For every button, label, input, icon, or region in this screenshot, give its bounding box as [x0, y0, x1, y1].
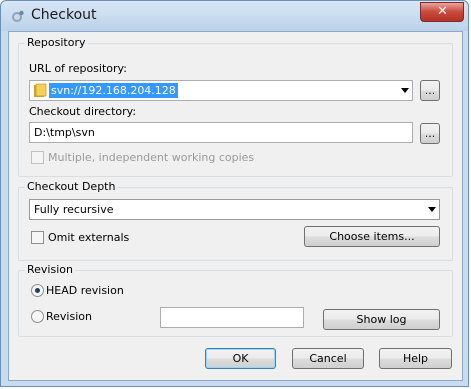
head-revision-label: HEAD revision [46, 284, 124, 297]
checkout-dialog: Checkout ✕ Repository URL of repository:… [0, 0, 469, 387]
revision-label: Revision [46, 310, 92, 323]
close-button[interactable]: ✕ [420, 2, 464, 22]
url-label: URL of repository: [29, 62, 127, 75]
revision-group-label: Revision [25, 263, 75, 276]
dir-label: Checkout directory: [29, 105, 137, 118]
choose-items-button[interactable]: Choose items... [304, 226, 440, 247]
folder-icon [34, 83, 47, 97]
omit-externals-checkbox[interactable] [31, 231, 44, 244]
chevron-down-icon[interactable] [428, 207, 436, 212]
show-log-button[interactable]: Show log [323, 309, 440, 330]
window-title: Checkout [31, 7, 97, 23]
radio-selected-dot [35, 288, 40, 293]
title-bar[interactable]: Checkout ✕ [1, 1, 468, 31]
url-value[interactable]: svn://192.168.204.128 [49, 83, 178, 98]
multiple-copies-checkbox[interactable] [31, 151, 44, 164]
ok-button[interactable]: OK [205, 348, 276, 369]
head-revision-radio[interactable] [31, 284, 44, 297]
repository-group-label: Repository [25, 36, 88, 49]
depth-group-label: Checkout Depth [25, 180, 118, 193]
chevron-down-icon[interactable] [401, 88, 409, 93]
multiple-copies-label: Multiple, independent working copies [48, 151, 255, 164]
help-button[interactable]: Help [379, 348, 452, 369]
depth-value: Fully recursive [34, 203, 114, 216]
close-icon: ✕ [437, 4, 448, 19]
checkout-directory-input[interactable]: D:\tmp\svn [29, 122, 413, 143]
cancel-button[interactable]: Cancel [292, 348, 364, 369]
depth-select[interactable]: Fully recursive [29, 199, 440, 220]
revision-input[interactable] [160, 307, 304, 328]
browse-url-button[interactable]: ... [420, 80, 440, 101]
revision-radio[interactable] [31, 310, 44, 323]
omit-externals-label: Omit externals [48, 231, 130, 244]
dialog-body: Repository URL of repository: svn://192.… [8, 31, 463, 381]
browse-dir-button[interactable]: ... [420, 123, 440, 144]
url-combobox[interactable]: svn://192.168.204.128 [29, 80, 413, 101]
tortoise-app-icon [12, 10, 24, 22]
